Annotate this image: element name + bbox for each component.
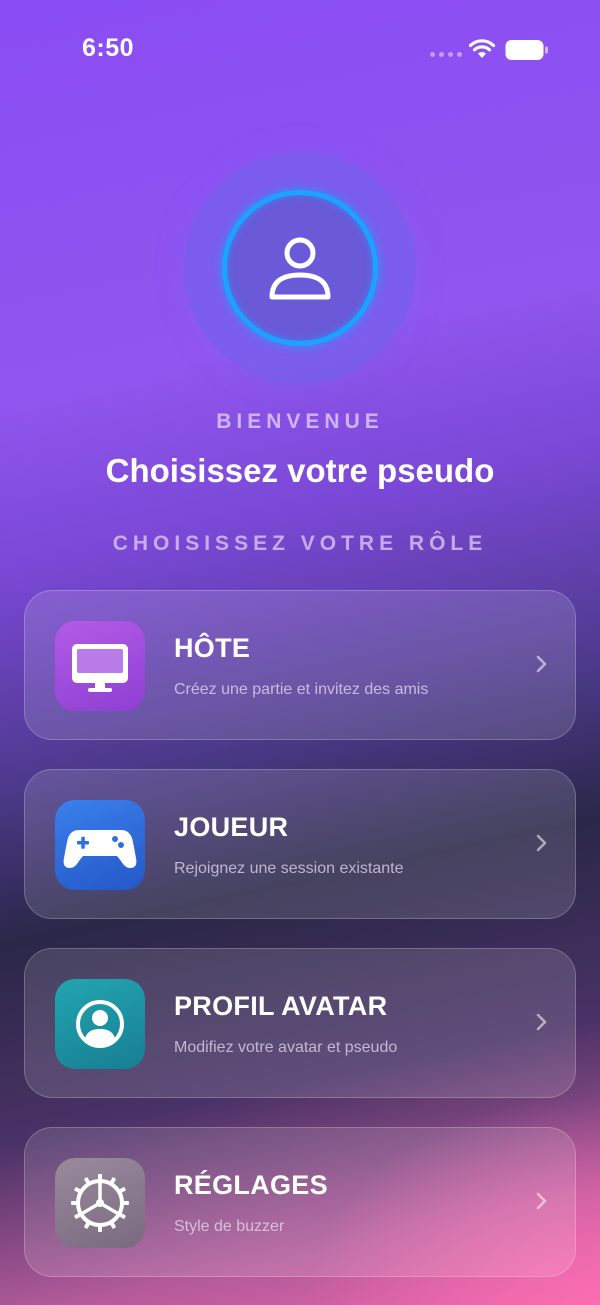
gamepad-icon	[63, 830, 137, 868]
role-card-profile[interactable]: PROFIL AVATAR Modifiez votre avatar et p…	[24, 948, 576, 1098]
role-description: Créez une partie et invitez des amis	[174, 681, 429, 698]
gear-icon	[71, 1174, 129, 1232]
user-circle-icon	[76, 1000, 124, 1048]
welcome-label: BIENVENUE	[216, 410, 384, 433]
monitor-icon-tile	[55, 621, 145, 711]
monitor-icon	[72, 644, 128, 692]
nickname-title[interactable]: Choisissez votre pseudo	[0, 452, 600, 490]
cellular-signal-icon	[430, 52, 462, 57]
chevron-right-icon	[536, 655, 547, 673]
avatar[interactable]	[222, 190, 378, 346]
role-name: HÔTE	[174, 633, 251, 663]
gear-icon-tile	[55, 1158, 145, 1248]
user-circle-icon-tile	[55, 979, 145, 1069]
wifi-icon	[468, 39, 496, 58]
status-time: 6:50	[82, 34, 135, 62]
user-icon	[269, 237, 331, 300]
role-section-title: CHOISISSEZ VOTRE RÔLE	[112, 532, 488, 555]
role-name: JOUEUR	[174, 812, 289, 842]
role-card-player[interactable]: JOUEUR Rejoignez une session existante	[24, 769, 576, 919]
chevron-right-icon	[536, 834, 547, 852]
battery-icon	[505, 40, 548, 60]
role-name: RÉGLAGES	[174, 1170, 328, 1200]
role-description: Style de buzzer	[174, 1218, 285, 1235]
chevron-right-icon	[536, 1192, 547, 1210]
chevron-right-icon	[536, 1013, 547, 1031]
status-bar: 6:50	[0, 0, 600, 90]
role-card-host[interactable]: HÔTE Créez une partie et invitez des ami…	[24, 590, 576, 740]
role-description: Modifiez votre avatar et pseudo	[174, 1039, 398, 1056]
role-name: PROFIL AVATAR	[174, 991, 388, 1021]
role-description: Rejoignez une session existante	[174, 860, 404, 877]
role-card-settings[interactable]: RÉGLAGES Style de buzzer	[24, 1127, 576, 1277]
gamepad-icon-tile	[55, 800, 145, 890]
